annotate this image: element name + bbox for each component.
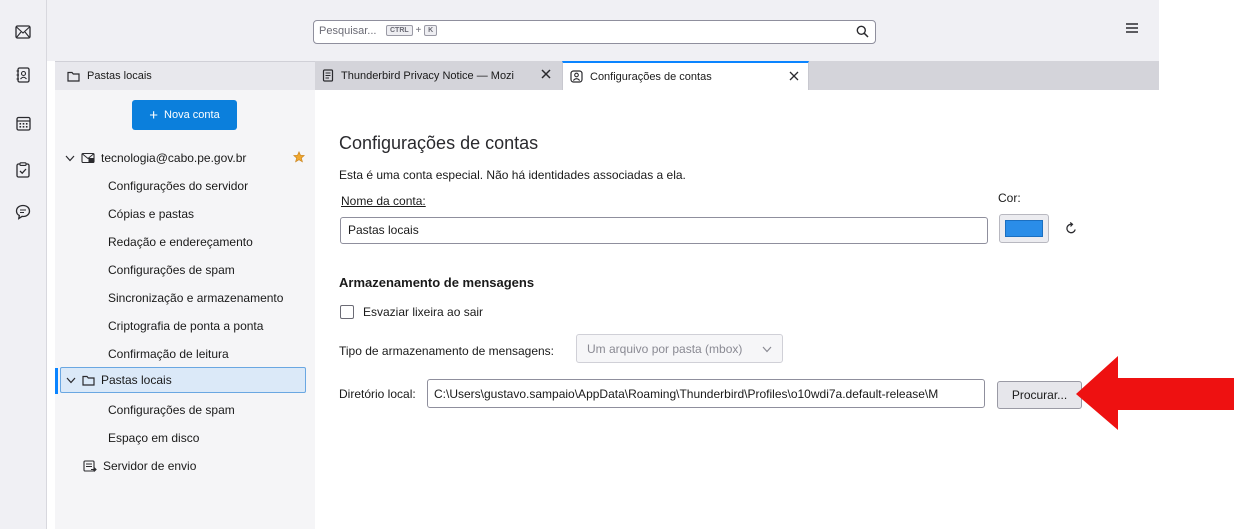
browse-button[interactable]: Procurar... — [997, 381, 1082, 409]
folder-icon — [82, 375, 95, 386]
account-name-label: Nome da conta: — [341, 194, 426, 208]
chevron-down-icon[interactable] — [66, 377, 78, 384]
document-icon — [322, 69, 334, 82]
search-placeholder: Pesquisar... — [319, 25, 377, 37]
annotation-arrow — [1076, 356, 1234, 430]
special-account-note: Esta é uma conta especial. Não há identi… — [339, 168, 686, 182]
sidebar-item-outgoing-server[interactable]: Servidor de envio — [55, 453, 315, 479]
shortcut-plus: + — [415, 25, 422, 36]
color-swatch — [1005, 220, 1043, 237]
email-account-icon — [81, 152, 95, 164]
sidebar-item-composition[interactable]: Redação e endereçamento — [55, 229, 315, 255]
close-icon[interactable] — [540, 68, 552, 83]
sidebar-item-label: Espaço em disco — [108, 431, 200, 445]
reset-color-icon[interactable] — [1065, 222, 1078, 238]
chevron-down-icon[interactable] — [65, 155, 77, 162]
sidebar-item-disk-space[interactable]: Espaço em disco — [55, 425, 315, 451]
page-title: Configurações de contas — [339, 133, 539, 153]
shortcut-key-ctrl: CTRL — [386, 25, 413, 36]
account-color-picker[interactable] — [999, 214, 1049, 243]
tab-label: Configurações de contas — [590, 70, 712, 83]
selection-indicator — [55, 368, 58, 394]
sidebar-item-label: Confirmação de leitura — [108, 347, 229, 361]
sidebar-item-label: Criptografia de ponta a ponta — [108, 319, 264, 333]
chevron-down-icon — [762, 342, 772, 356]
local-directory-input[interactable]: C:\Users\gustavo.sampaio\AppData\Roaming… — [427, 379, 985, 408]
empty-trash-label: Esvaziar lixeira ao sair — [363, 305, 484, 319]
account-name-input[interactable]: Pastas locais — [340, 217, 988, 244]
store-type-value: Um arquivo por pasta (mbox) — [587, 341, 743, 356]
color-label: Cor: — [998, 191, 1021, 205]
empty-trash-checkbox[interactable]: Esvaziar lixeira ao sair — [340, 305, 483, 319]
sidebar-item-sync-storage[interactable]: Sincronização e armazenamento — [55, 285, 315, 311]
account-settings-icon — [570, 70, 583, 83]
sidebar-item-copies-folders[interactable]: Cópias e pastas — [55, 201, 315, 227]
sidebar-item-return-receipts[interactable]: Confirmação de leitura — [55, 341, 315, 367]
folder-pane-header: Pastas locais — [55, 61, 315, 90]
app-menu-icon[interactable] — [1125, 22, 1139, 37]
search-input[interactable]: Pesquisar... CTRL + K — [313, 20, 876, 44]
sidebar-item-e2e-encryption[interactable]: Criptografia de ponta a ponta — [55, 313, 315, 339]
sidebar-item-label: Sincronização e armazenamento — [108, 291, 284, 305]
unified-toolbar: Pesquisar... CTRL + K — [47, 0, 1159, 61]
sidebar-item-label: Configurações de spam — [108, 263, 235, 277]
checkbox-box[interactable] — [340, 305, 354, 319]
sidebar-item-label: Pastas locais — [101, 373, 172, 387]
folder-pane-title: Pastas locais — [87, 70, 152, 82]
search-shortcut: CTRL + K — [386, 25, 438, 36]
calendar-icon[interactable] — [11, 111, 35, 135]
storage-section-heading: Armazenamento de mensagens — [339, 275, 535, 290]
tasks-icon[interactable] — [11, 158, 35, 182]
spaces-toolbar — [0, 0, 47, 529]
address-book-icon[interactable] — [11, 63, 35, 87]
tab-label: Thunderbird Privacy Notice — Mozi — [341, 69, 515, 82]
sidebar-item-label: Servidor de envio — [103, 459, 197, 473]
account-settings-panel: Configurações de contas Esta é uma conta… — [315, 90, 1159, 529]
shortcut-key-k: K — [424, 25, 438, 36]
sidebar-item-server-settings[interactable]: Configurações do servidor — [55, 173, 315, 199]
search-icon[interactable] — [856, 25, 869, 41]
account-email-label: tecnologia@cabo.pe.gov.br — [101, 151, 247, 165]
sidebar-item-label: Configurações do servidor — [108, 179, 249, 193]
new-account-label: Nova conta — [164, 109, 220, 121]
sidebar-item-label: Redação e endereçamento — [108, 235, 253, 249]
chat-icon[interactable] — [11, 200, 35, 224]
tab-account-settings[interactable]: Configurações de contas — [562, 61, 809, 90]
close-icon[interactable] — [788, 70, 800, 85]
local-directory-label: Diretório local: — [339, 387, 416, 401]
new-account-button[interactable]: + Nova conta — [132, 100, 237, 130]
sidebar-item-local-folders[interactable]: Pastas locais — [60, 367, 306, 393]
outgoing-server-icon — [83, 459, 97, 473]
default-account-star-icon — [292, 151, 306, 166]
plus-icon: + — [149, 106, 159, 124]
folder-icon — [67, 71, 80, 82]
sidebar-item-label: Cópias e pastas — [108, 207, 195, 221]
tab-privacy-notice[interactable]: Thunderbird Privacy Notice — Mozi — [315, 61, 560, 90]
store-type-select[interactable]: Um arquivo por pasta (mbox) — [576, 334, 783, 363]
store-type-label: Tipo de armazenamento de mensagens: — [339, 344, 555, 358]
sidebar-item-label: Configurações de spam — [108, 403, 235, 417]
sidebar-item-local-spam-settings[interactable]: Configurações de spam — [55, 397, 315, 423]
account-tree-sidebar: + Nova conta tecnologia@cabo.pe.gov.br C… — [55, 90, 315, 529]
account-row-email[interactable]: tecnologia@cabo.pe.gov.br — [55, 145, 315, 171]
tab-strip: Thunderbird Privacy Notice — Mozi Config… — [315, 61, 1159, 90]
mail-icon[interactable] — [11, 20, 35, 44]
sidebar-item-spam-settings[interactable]: Configurações de spam — [55, 257, 315, 283]
